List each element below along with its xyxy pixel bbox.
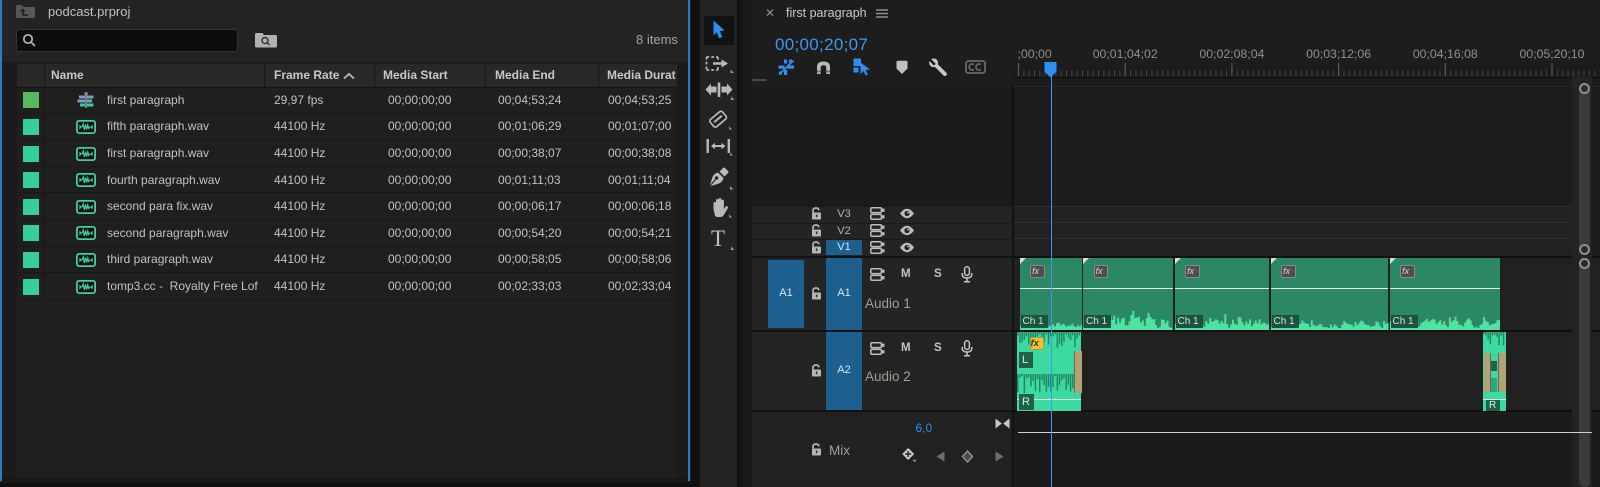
svg-text:T: T	[711, 226, 725, 251]
